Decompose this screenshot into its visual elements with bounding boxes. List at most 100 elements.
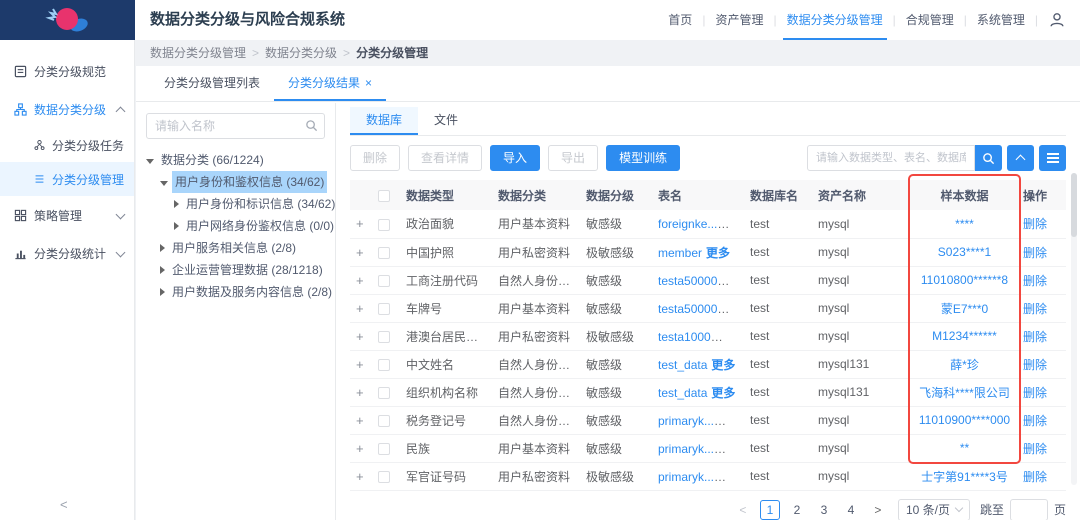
tree-node[interactable]: 用户服务相关信息 (2/8) xyxy=(146,237,325,259)
expand-icon[interactable]: + xyxy=(356,357,364,372)
row-checkbox[interactable] xyxy=(378,247,390,259)
sample-data-link[interactable]: 11010900****000 xyxy=(919,413,1010,427)
more-link[interactable]: 更多 xyxy=(711,386,735,400)
row-delete-link[interactable]: 删除 xyxy=(1023,386,1047,400)
page-number-2[interactable]: 2 xyxy=(787,500,807,520)
prev-page-button[interactable]: < xyxy=(733,500,753,520)
next-page-button[interactable]: > xyxy=(868,500,888,520)
sample-data-link[interactable]: 士字第91****3号 xyxy=(921,470,1008,484)
close-icon[interactable]: × xyxy=(365,76,372,90)
tree-search-input[interactable] xyxy=(146,113,325,139)
page-number-3[interactable]: 3 xyxy=(814,500,834,520)
caret-down-icon[interactable] xyxy=(160,181,168,186)
sample-data-link[interactable]: ** xyxy=(960,441,969,455)
caret-down-icon[interactable] xyxy=(146,159,154,164)
expand-icon[interactable]: + xyxy=(356,273,364,288)
row-checkbox[interactable] xyxy=(378,471,390,483)
row-checkbox[interactable] xyxy=(378,415,390,427)
column-settings-button[interactable] xyxy=(1039,145,1066,171)
caret-right-icon[interactable] xyxy=(174,222,179,230)
row-delete-link[interactable]: 删除 xyxy=(1023,442,1047,456)
tree-node-label[interactable]: 用户网络身份鉴权信息 (0/0) xyxy=(183,215,336,237)
expand-icon[interactable]: + xyxy=(356,301,364,316)
table-name-link[interactable]: member xyxy=(658,246,702,260)
table-name-link[interactable]: test_data xyxy=(658,358,707,372)
table-name-link[interactable]: primaryk... xyxy=(658,414,726,428)
tree-node-label[interactable]: 用户服务相关信息 (2/8) xyxy=(169,237,299,259)
table-name-link[interactable]: primaryk... xyxy=(658,442,726,456)
tree-node-selected[interactable]: 用户身份和鉴权信息 (34/62) xyxy=(146,171,325,193)
row-delete-link[interactable]: 删除 xyxy=(1023,330,1047,344)
sample-data-link[interactable]: 薛*珍 xyxy=(950,358,979,372)
row-delete-link[interactable]: 删除 xyxy=(1023,274,1047,288)
row-checkbox[interactable] xyxy=(378,219,390,231)
tree-node-label[interactable]: 用户身份和鉴权信息 (34/62) xyxy=(172,171,327,193)
collapse-filter-button[interactable] xyxy=(1007,145,1034,171)
expand-icon[interactable]: + xyxy=(356,385,364,400)
row-delete-link[interactable]: 删除 xyxy=(1023,217,1047,231)
tree-node-label[interactable]: 数据分类 (66/1224) xyxy=(158,149,267,171)
sample-data-link[interactable]: S023****1 xyxy=(938,245,991,259)
sample-data-link[interactable]: 蒙E7***0 xyxy=(941,302,988,316)
search-icon[interactable] xyxy=(305,119,318,132)
nav-home[interactable]: 首页 xyxy=(660,0,700,40)
export-button[interactable]: 导出 xyxy=(548,145,598,171)
nav-asset-management[interactable]: 资产管理 xyxy=(707,0,771,40)
select-all-checkbox[interactable] xyxy=(378,190,390,202)
expand-icon[interactable]: + xyxy=(356,413,364,428)
table-name-link[interactable]: primaryk... xyxy=(658,470,726,484)
table-name-link[interactable]: test_data xyxy=(658,386,707,400)
row-checkbox[interactable] xyxy=(378,303,390,315)
nav-system[interactable]: 系统管理 xyxy=(969,0,1033,40)
row-delete-link[interactable]: 删除 xyxy=(1023,302,1047,316)
row-delete-link[interactable]: 删除 xyxy=(1023,470,1047,484)
tab-database[interactable]: 数据库 xyxy=(350,107,418,135)
caret-right-icon[interactable] xyxy=(174,200,179,208)
table-name-link[interactable]: testa1000 xyxy=(658,330,723,344)
table-name-link[interactable]: testa50000 xyxy=(658,302,729,316)
caret-right-icon[interactable] xyxy=(160,288,165,296)
expand-icon[interactable]: + xyxy=(356,441,364,456)
row-checkbox[interactable] xyxy=(378,331,390,343)
row-checkbox[interactable] xyxy=(378,275,390,287)
import-button[interactable]: 导入 xyxy=(490,145,540,171)
sidebar-collapse-button[interactable]: < xyxy=(60,497,68,512)
sample-data-link[interactable]: 11010800******8 xyxy=(921,273,1008,287)
tree-node[interactable]: 用户网络身份鉴权信息 (0/0) xyxy=(146,215,325,237)
tab-classification-result[interactable]: 分类分级结果× xyxy=(274,66,386,101)
sidebar-item-data-classification[interactable]: 数据分类分级 xyxy=(0,90,134,128)
page-number-4[interactable]: 4 xyxy=(841,500,861,520)
breadcrumb-item[interactable]: 数据分类分级 xyxy=(265,46,337,60)
view-detail-button[interactable]: 查看详情 xyxy=(408,145,482,171)
tab-file[interactable]: 文件 xyxy=(418,107,474,135)
row-checkbox[interactable] xyxy=(378,359,390,371)
tree-node-label[interactable]: 用户身份和标识信息 (34/62) xyxy=(183,193,336,215)
search-button[interactable] xyxy=(975,145,1002,171)
sidebar-item-task[interactable]: 分类分级任务 xyxy=(0,128,134,162)
nav-data-classification[interactable]: 数据分类分级管理 xyxy=(779,0,891,40)
scrollbar-thumb[interactable] xyxy=(1071,173,1077,237)
table-search-input[interactable] xyxy=(807,145,975,171)
model-train-button[interactable]: 模型训练 xyxy=(606,145,680,171)
expand-icon[interactable]: + xyxy=(356,469,364,484)
sidebar-item-statistics[interactable]: 分类分级统计 xyxy=(0,234,134,272)
jump-page-input[interactable] xyxy=(1010,499,1048,520)
more-link[interactable]: 更多 xyxy=(706,246,730,260)
sample-data-link[interactable]: 飞海科****限公司 xyxy=(919,386,1010,400)
expand-icon[interactable]: + xyxy=(356,245,364,260)
tree-node[interactable]: 用户身份和标识信息 (34/62) xyxy=(146,193,325,215)
caret-right-icon[interactable] xyxy=(160,244,165,252)
page-size-select[interactable]: 10 条/页 xyxy=(898,499,970,520)
scrollbar-track[interactable] xyxy=(1071,173,1077,485)
tree-node-label[interactable]: 企业运营管理数据 (28/1218) xyxy=(169,259,326,281)
sample-data-link[interactable]: **** xyxy=(955,217,974,231)
user-icon[interactable] xyxy=(1048,11,1066,29)
tree-node[interactable]: 数据分类 (66/1224) xyxy=(146,149,325,171)
nav-compliance[interactable]: 合规管理 xyxy=(898,0,962,40)
tree-node[interactable]: 用户数据及服务内容信息 (2/8) xyxy=(146,281,325,303)
more-link[interactable]: 更多 xyxy=(711,358,735,372)
expand-icon[interactable]: + xyxy=(356,216,364,231)
row-checkbox[interactable] xyxy=(378,443,390,455)
sidebar-item-management[interactable]: 分类分级管理 xyxy=(0,162,134,196)
sample-data-link[interactable]: M1234****** xyxy=(932,329,997,343)
